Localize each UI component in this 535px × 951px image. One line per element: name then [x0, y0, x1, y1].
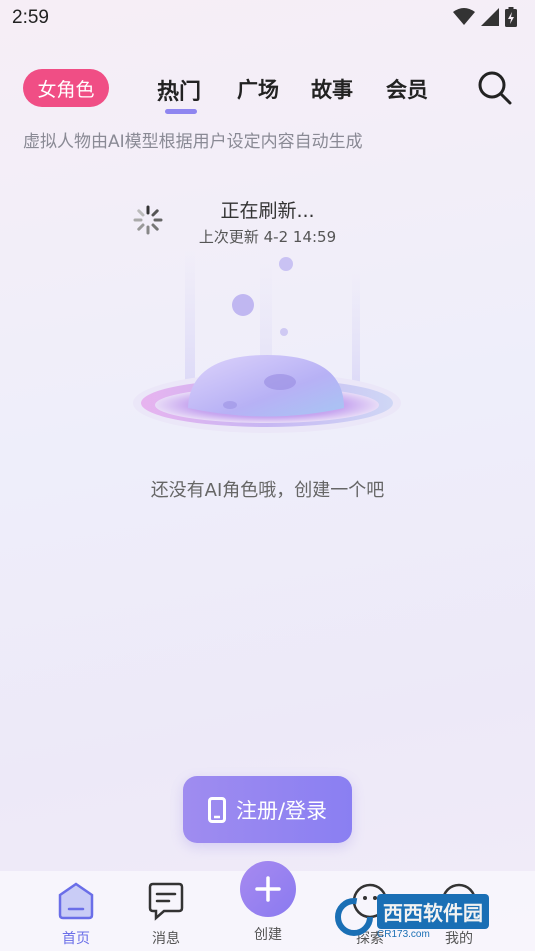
nav-create-label: 创建: [254, 927, 282, 943]
watermark-logo: 西西软件园 CR173.com: [335, 891, 515, 943]
phone-icon: [207, 796, 226, 823]
nav-messages-label: 消息: [152, 931, 180, 947]
refresh-last-update: 上次更新 4-2 14:59: [198, 228, 337, 246]
register-login-button[interactable]: 注册/登录: [183, 776, 352, 843]
status-time: 2:59: [12, 7, 49, 28]
status-icons: [453, 7, 517, 27]
home-icon: [58, 882, 94, 920]
empty-state-text: 还没有AI角色哦，创建一个吧: [150, 480, 385, 501]
status-bar: 2:59: [0, 0, 535, 36]
watermark-text: 西西软件园: [377, 894, 489, 929]
plus-icon: [255, 876, 281, 902]
refresh-status-text: 正在刷新...: [220, 200, 315, 222]
create-button[interactable]: [240, 861, 296, 917]
watermark-c-icon: [335, 898, 373, 936]
role-filter-pill[interactable]: 女角色: [23, 69, 109, 107]
active-tab-indicator: [165, 109, 197, 114]
signal-icon: [481, 8, 499, 26]
tab-story[interactable]: 故事: [311, 74, 353, 104]
nav-messages[interactable]: 消息: [136, 881, 196, 948]
tab-square[interactable]: 广场: [237, 74, 279, 104]
wifi-icon: [453, 8, 475, 25]
tab-vip[interactable]: 会员: [386, 74, 428, 104]
refresh-indicator: 正在刷新... 上次更新 4-2 14:59: [0, 194, 535, 250]
message-icon: [148, 882, 184, 921]
nav-home[interactable]: 首页: [46, 881, 106, 948]
nav-home-label: 首页: [62, 931, 90, 947]
search-icon[interactable]: [477, 70, 513, 106]
top-nav: 女角色 热门 广场 故事 会员: [0, 66, 535, 114]
battery-icon: [505, 7, 517, 27]
watermark-subtext: CR173.com: [377, 929, 430, 940]
tab-hot[interactable]: 热门: [157, 74, 201, 106]
empty-planet-illustration: [133, 250, 401, 433]
register-login-label: 注册/登录: [235, 798, 328, 823]
disclaimer-text: 虚拟人物由AI模型根据用户设定内容自动生成: [23, 132, 363, 152]
